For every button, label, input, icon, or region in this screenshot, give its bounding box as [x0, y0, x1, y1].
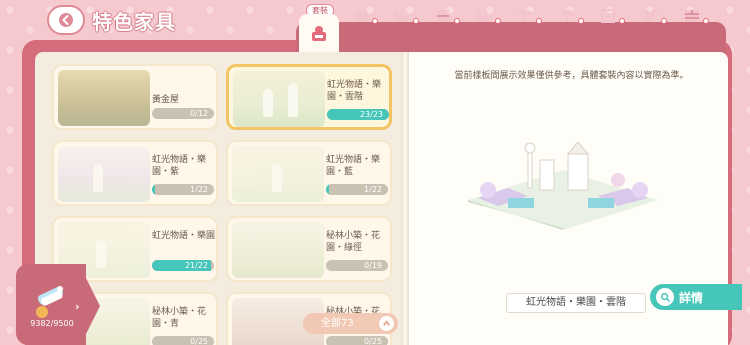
progress-fill: [326, 184, 329, 195]
tab-toy[interactable]: [640, 6, 660, 26]
set-thumbnail: [58, 70, 150, 126]
tab-bathtub[interactable]: [474, 6, 494, 26]
bed-icon: [395, 11, 409, 21]
back-arrow-icon: [59, 13, 73, 27]
set-card-name: 虹光物語・樂園・雲階: [327, 80, 382, 102]
selected-set-name: 虹光物語・樂園・雲階: [506, 293, 646, 313]
set-progress-bar: 0/12: [152, 108, 214, 119]
progress-text: 21/22: [184, 261, 208, 270]
details-button[interactable]: 詳情: [650, 284, 742, 310]
tab-separator-dot: [661, 18, 667, 24]
set-progress-bar: 21/22: [152, 260, 214, 271]
progress-text: 0/12: [190, 109, 208, 118]
set-card-name: 黃金屋: [152, 95, 180, 105]
set-card[interactable]: 虹光物語・樂園・藍 1/22: [226, 140, 392, 206]
set-progress-bar: 23/23: [327, 109, 389, 120]
set-progress-bar: 1/22: [326, 184, 388, 195]
progress-text: 0/25: [364, 337, 382, 345]
set-card[interactable]: 虹光物語・樂園・紫 1/22: [52, 140, 218, 206]
chevron-up-icon: [379, 316, 394, 331]
tab-separator-dot: [619, 18, 625, 24]
tab-separator-dot: [372, 18, 378, 24]
set-progress-bar: 0/25: [152, 336, 214, 345]
progress-text: 0/25: [190, 337, 208, 345]
set-progress-bar: 0/25: [326, 336, 388, 345]
category-tab-bar: [296, 22, 726, 54]
set-card[interactable]: 秘林小築・花園・綠徑 0/19: [226, 216, 392, 282]
chevron-right-icon: ›: [75, 300, 80, 313]
bear-toy-icon: [643, 9, 657, 22]
tab-decor[interactable]: [598, 6, 618, 26]
tab-separator-dot: [413, 18, 419, 24]
cabinet-icon: [437, 10, 449, 22]
frame-icon: [601, 9, 615, 23]
tab-separator-dot: [454, 18, 460, 24]
house-icon: [36, 306, 48, 318]
book-spine: [401, 52, 409, 345]
set-thumbnail: [233, 71, 325, 127]
tab-separator-dot: [703, 18, 709, 24]
castle-tower: [96, 240, 106, 268]
set-card-name: 秘林小築・花園・青: [152, 307, 207, 329]
tab-sofa[interactable]: [352, 6, 372, 26]
lamp-icon: [561, 10, 573, 22]
set-card-name: 虹光物語・樂園・紫: [152, 155, 207, 177]
tab-bed[interactable]: [392, 6, 412, 26]
set-thumbnail: [58, 146, 150, 202]
set-progress-bar: 1/22: [152, 184, 214, 195]
set-card-selected[interactable]: 虹光物語・樂園・雲階 23/23: [226, 64, 392, 130]
page-title: 特色家具: [92, 10, 176, 34]
tab-separator-dot: [495, 18, 501, 24]
tab-cabinet[interactable]: [433, 6, 453, 26]
back-button[interactable]: [47, 5, 85, 35]
set-thumbnail: [232, 146, 324, 202]
filter-count-button[interactable]: 全部73: [303, 313, 398, 334]
tab-wall[interactable]: [682, 6, 702, 26]
progress-text: 1/22: [190, 185, 208, 194]
points-value: 9382/9500: [30, 319, 74, 328]
wall-icon: [685, 10, 699, 22]
castle-tower: [288, 83, 298, 117]
progress-text: 1/22: [364, 185, 382, 194]
tab-table[interactable]: [515, 6, 535, 26]
set-progress-bar: 0/19: [326, 260, 388, 271]
set-card-name: 虹光物語・樂園・藍: [326, 155, 381, 177]
castle-tower: [93, 164, 103, 192]
tab-separator-dot: [536, 18, 542, 24]
castle-tower: [263, 89, 273, 117]
filter-count-label: 全部73: [321, 318, 354, 329]
bathtub-icon: [477, 11, 491, 22]
preview-notice: 當前樣板間展示效果僅供參考，具體套裝內容以實際為準。: [454, 71, 689, 81]
progress-fill: [152, 184, 155, 195]
progress-text: 23/23: [359, 110, 383, 119]
table-icon: [518, 10, 532, 22]
set-preview-image: [468, 141, 658, 230]
tab-set[interactable]: [299, 14, 339, 54]
set-card-name: 虹光物語・樂園: [152, 231, 216, 241]
tab-separator-dot: [578, 18, 584, 24]
set-card[interactable]: 黃金屋 0/12: [52, 64, 218, 130]
progress-text: 0/19: [364, 261, 382, 270]
castle-tower: [272, 164, 282, 192]
sofa-icon: [355, 11, 369, 21]
search-icon: [656, 288, 674, 306]
set-card-name: 秘林小築・花園・綠徑: [326, 231, 381, 253]
details-button-label: 詳情: [679, 290, 704, 305]
tab-lamp[interactable]: [557, 6, 577, 26]
set-icon: [312, 26, 326, 41]
set-thumbnail: [232, 222, 324, 278]
